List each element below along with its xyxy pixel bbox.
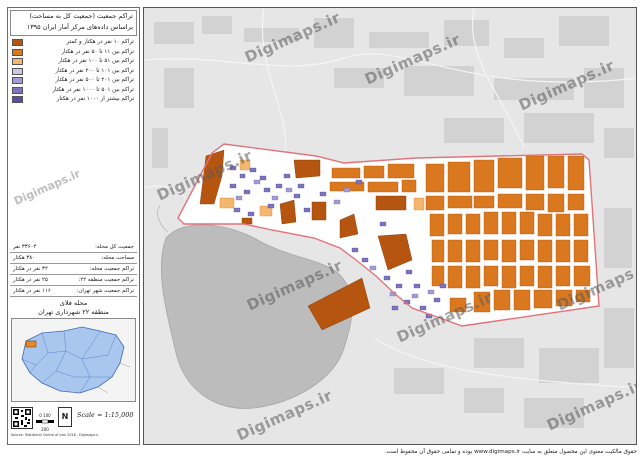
legend-label: تراکم بین ۵۰۱ تا ۱۰۰۰ نفر در هکتار <box>52 86 134 93</box>
legend-swatch <box>12 48 23 56</box>
panel-watermark: Digimaps.ir <box>12 167 83 208</box>
stat-key: مساحت محله: <box>101 255 134 261</box>
stat-value: ۳۲ نفر در هکتار <box>13 266 48 272</box>
legend-item: تراکم بین ۱۰۱ تا ۲۰۰ نفر در هکتار <box>10 67 137 77</box>
district-region: منطقه ۲۲ شهرداری تهران <box>38 308 109 316</box>
legend-item: تراکم ۱۰ نفر در هکتار و کمتر <box>10 38 137 48</box>
stat-value: ۳۸۰ هکتار <box>13 255 36 261</box>
density-legend: تراکم ۱۰ نفر در هکتار و کمتر تراکم بین ۱… <box>10 38 137 105</box>
legend-swatch <box>12 96 23 103</box>
map-title-line1: تراکم جمعیت (جمعیت کل به مساحت) <box>29 12 133 20</box>
stat-row: ۳۸۰ هکتار مساحت محله: <box>10 253 137 264</box>
legend-label: تراکم بین ۱۰۱ تا ۲۰۰ نفر در هکتار <box>55 67 134 74</box>
stat-value: ۱۱۶ نفر در هکتار <box>13 288 51 294</box>
legend-item: تراکم بین ۱۱ تا ۵۰ نفر در هکتار <box>10 48 137 58</box>
legend-label: تراکم بیشتر از ۱۰۰۰ نفر در هکتار <box>56 96 134 102</box>
legend-swatch <box>12 39 23 46</box>
main-map: Digimaps.ir Digimaps.ir Digimaps.ir Digi… <box>143 7 637 445</box>
legend-item: تراکم بین ۵۰۱ تا ۱۰۰۰ نفر در هکتار <box>10 86 137 96</box>
stat-row: ۱۱۶ نفر در هکتار تراکم جمعیت شهر تهران: <box>10 286 137 297</box>
stat-value: ۳۳۶۰۴ نفر <box>13 244 37 250</box>
legend-swatch <box>12 58 23 65</box>
stat-row: ۳۳۶۰۴ نفر جمعیت کل محله: <box>10 242 137 253</box>
inset-map-graphic <box>21 326 131 394</box>
stat-key: تراکم جمعیت شهر تهران: <box>76 288 134 294</box>
stats-table: ۳۳۶۰۴ نفر جمعیت کل محله: ۳۸۰ هکتار مساحت… <box>10 242 137 297</box>
scale-bar: 0 100 200 <box>36 413 54 432</box>
copyright-notice: حقوق مالکیت معنوی این محصول متعلق به سای… <box>384 449 637 455</box>
legend-panel: تراکم جمعیت (جمعیت کل به مساحت) براساس د… <box>7 7 140 445</box>
legend-item: تراکم بیشتر از ۱۰۰۰ نفر در هکتار <box>10 95 137 105</box>
legend-label: تراکم بین ۱۱ تا ۵۰ نفر در هکتار <box>61 48 134 55</box>
qr-code-icon <box>11 407 33 429</box>
map-title-line2: براساس داده‌های مرکز آمار ایران ۱۳۹۵ <box>26 23 133 31</box>
legend-swatch <box>12 86 23 94</box>
legend-label: تراکم بین ۲۰۱ تا ۵۰۰ نفر در هکتار <box>55 77 134 83</box>
legend-item: تراکم بین ۵۱ تا ۱۰۰ نفر در هکتار <box>10 57 137 67</box>
stat-row: ۲۵ نفر در هکتار تراکم جمعیت منطقه ۲۲: <box>10 275 137 286</box>
legend-swatch <box>12 77 23 84</box>
scale-ratio: Scale = 1:15,000 <box>77 411 134 419</box>
legend-label: تراکم بین ۵۱ تا ۱۰۰ نفر در هکتار <box>58 58 134 64</box>
source-credit: Source: Statistical Centre of Iran 2016 … <box>11 433 99 437</box>
stat-row: ۳۲ نفر در هکتار تراکم جمعیت محله: <box>10 264 137 275</box>
map-footer-block: 0 100 200 N Scale = 1:15,000 Source: Sta… <box>11 405 136 441</box>
tehran-inset-map <box>11 318 136 402</box>
stat-key: تراکم جمعیت محله: <box>89 266 134 272</box>
stat-value: ۲۵ نفر در هکتار <box>13 277 48 283</box>
map-title: تراکم جمعیت (جمعیت کل به مساحت) براساس د… <box>10 10 137 36</box>
district-label: محله فلای منطقه ۲۲ شهرداری تهران <box>10 299 137 317</box>
north-arrow-icon: N <box>58 407 72 427</box>
stat-key: تراکم جمعیت منطقه ۲۲: <box>78 277 134 283</box>
legend-label: تراکم ۱۰ نفر در هکتار و کمتر <box>66 39 134 45</box>
stat-key: جمعیت کل محله: <box>95 244 134 250</box>
neighborhood-highlight <box>25 340 37 348</box>
district-name: محله فلای <box>59 299 88 307</box>
north-label: N <box>61 412 69 421</box>
legend-swatch <box>12 67 23 75</box>
legend-item: تراکم بین ۲۰۱ تا ۵۰۰ نفر در هکتار <box>10 76 137 86</box>
